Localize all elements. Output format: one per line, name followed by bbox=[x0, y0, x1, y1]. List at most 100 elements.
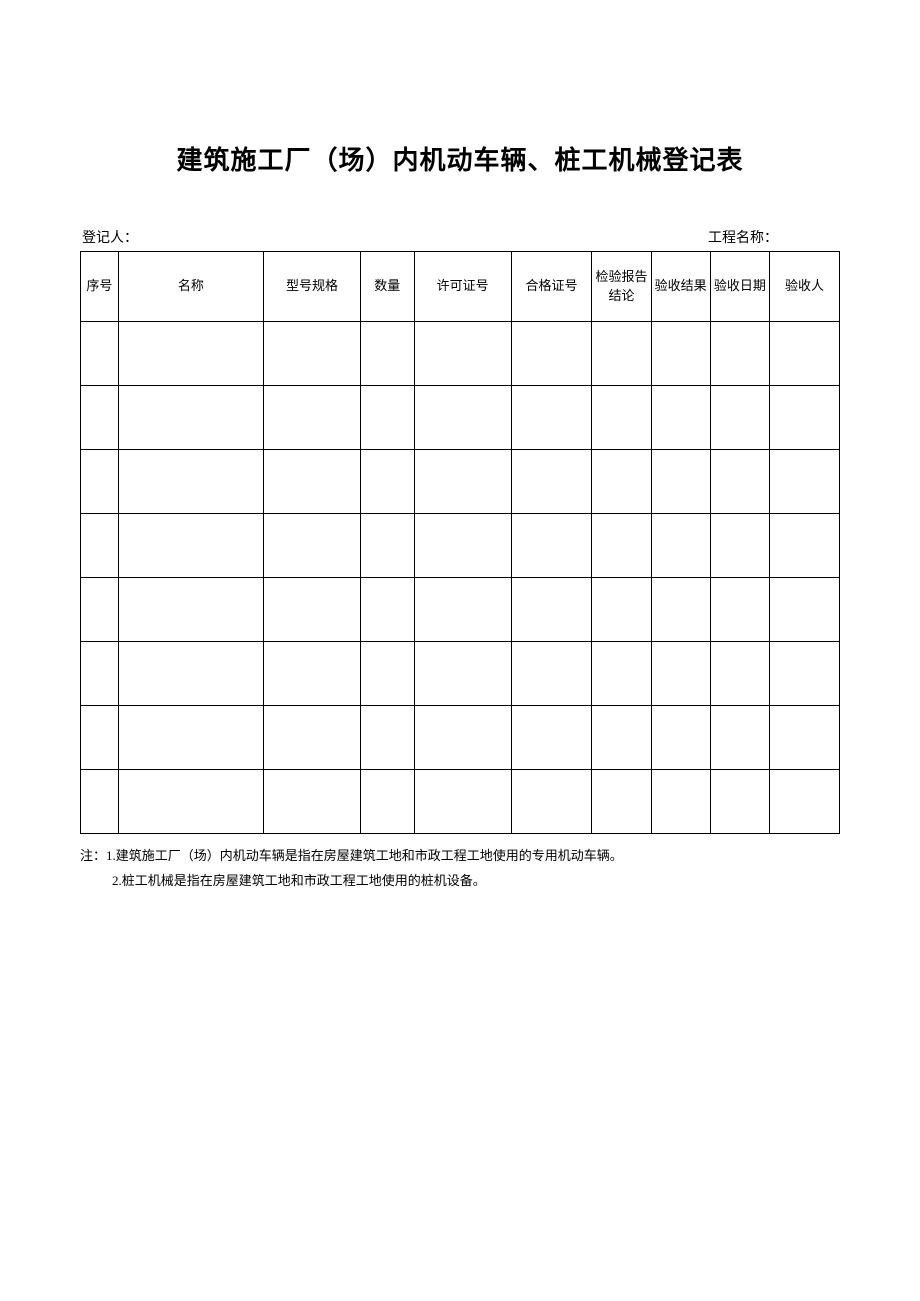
table-row bbox=[81, 770, 840, 834]
cell-name bbox=[118, 514, 263, 578]
table-row bbox=[81, 642, 840, 706]
cell-result bbox=[651, 578, 710, 642]
col-header-report: 检验报告结论 bbox=[592, 252, 651, 322]
cell-result bbox=[651, 386, 710, 450]
cell-person bbox=[769, 770, 839, 834]
registrant-label: 登记人： bbox=[82, 227, 138, 247]
col-header-cert: 合格证号 bbox=[511, 252, 592, 322]
cell-model bbox=[264, 450, 361, 514]
cell-person bbox=[769, 578, 839, 642]
cell-date bbox=[710, 770, 769, 834]
cell-qty bbox=[360, 450, 414, 514]
document-title: 建筑施工厂（场）内机动车辆、桩工机械登记表 bbox=[80, 140, 840, 177]
cell-date bbox=[710, 322, 769, 386]
cell-date bbox=[710, 578, 769, 642]
cell-model bbox=[264, 642, 361, 706]
col-header-date: 验收日期 bbox=[710, 252, 769, 322]
cell-model bbox=[264, 386, 361, 450]
cell-seq bbox=[81, 322, 119, 386]
note-line-1: 注：1.建筑施工厂（场）内机动车辆是指在房屋建筑工地和市政工程工地使用的专用机动… bbox=[80, 844, 840, 869]
cell-qty bbox=[360, 642, 414, 706]
cell-person bbox=[769, 322, 839, 386]
cell-result bbox=[651, 450, 710, 514]
cell-cert bbox=[511, 770, 592, 834]
cell-report bbox=[592, 578, 651, 642]
cell-model bbox=[264, 322, 361, 386]
cell-cert bbox=[511, 578, 592, 642]
cell-name bbox=[118, 770, 263, 834]
cell-name bbox=[118, 386, 263, 450]
cell-model bbox=[264, 706, 361, 770]
cell-qty bbox=[360, 386, 414, 450]
table-row bbox=[81, 514, 840, 578]
cell-name bbox=[118, 322, 263, 386]
cell-license bbox=[414, 322, 511, 386]
cell-name bbox=[118, 578, 263, 642]
cell-seq bbox=[81, 770, 119, 834]
cell-result bbox=[651, 642, 710, 706]
cell-qty bbox=[360, 514, 414, 578]
cell-date bbox=[710, 450, 769, 514]
table-row bbox=[81, 450, 840, 514]
project-label: 工程名称： bbox=[708, 227, 778, 247]
cell-date bbox=[710, 386, 769, 450]
header-row: 登记人： 工程名称： bbox=[80, 227, 840, 247]
cell-cert bbox=[511, 706, 592, 770]
cell-model bbox=[264, 578, 361, 642]
cell-date bbox=[710, 514, 769, 578]
cell-qty bbox=[360, 770, 414, 834]
table-header-row: 序号 名称 型号规格 数量 许可证号 合格证号 检验报告结论 验收结果 验收日期… bbox=[81, 252, 840, 322]
cell-report bbox=[592, 642, 651, 706]
cell-license bbox=[414, 514, 511, 578]
cell-date bbox=[710, 642, 769, 706]
cell-cert bbox=[511, 514, 592, 578]
cell-result bbox=[651, 770, 710, 834]
cell-person bbox=[769, 706, 839, 770]
cell-model bbox=[264, 514, 361, 578]
cell-qty bbox=[360, 706, 414, 770]
cell-seq bbox=[81, 386, 119, 450]
cell-person bbox=[769, 642, 839, 706]
cell-person bbox=[769, 450, 839, 514]
col-header-license: 许可证号 bbox=[414, 252, 511, 322]
cell-seq bbox=[81, 514, 119, 578]
notes-section: 注：1.建筑施工厂（场）内机动车辆是指在房屋建筑工地和市政工程工地使用的专用机动… bbox=[80, 844, 840, 893]
cell-cert bbox=[511, 322, 592, 386]
col-header-name: 名称 bbox=[118, 252, 263, 322]
cell-cert bbox=[511, 450, 592, 514]
cell-name bbox=[118, 706, 263, 770]
cell-result bbox=[651, 322, 710, 386]
cell-report bbox=[592, 450, 651, 514]
cell-name bbox=[118, 642, 263, 706]
col-header-result: 验收结果 bbox=[651, 252, 710, 322]
cell-cert bbox=[511, 642, 592, 706]
cell-model bbox=[264, 770, 361, 834]
cell-seq bbox=[81, 706, 119, 770]
table-row bbox=[81, 578, 840, 642]
cell-person bbox=[769, 386, 839, 450]
cell-report bbox=[592, 770, 651, 834]
col-header-model: 型号规格 bbox=[264, 252, 361, 322]
cell-result bbox=[651, 514, 710, 578]
cell-date bbox=[710, 706, 769, 770]
cell-license bbox=[414, 770, 511, 834]
cell-license bbox=[414, 450, 511, 514]
cell-license bbox=[414, 642, 511, 706]
cell-qty bbox=[360, 578, 414, 642]
cell-report bbox=[592, 322, 651, 386]
note-line-2: 2.桩工机械是指在房屋建筑工地和市政工程工地使用的桩机设备。 bbox=[80, 869, 840, 894]
cell-license bbox=[414, 706, 511, 770]
cell-result bbox=[651, 706, 710, 770]
cell-report bbox=[592, 514, 651, 578]
table-row bbox=[81, 386, 840, 450]
cell-cert bbox=[511, 386, 592, 450]
cell-person bbox=[769, 514, 839, 578]
table-row bbox=[81, 706, 840, 770]
cell-license bbox=[414, 578, 511, 642]
col-header-qty: 数量 bbox=[360, 252, 414, 322]
cell-seq bbox=[81, 578, 119, 642]
cell-report bbox=[592, 706, 651, 770]
cell-license bbox=[414, 386, 511, 450]
registration-table: 序号 名称 型号规格 数量 许可证号 合格证号 检验报告结论 验收结果 验收日期… bbox=[80, 251, 840, 834]
cell-name bbox=[118, 450, 263, 514]
